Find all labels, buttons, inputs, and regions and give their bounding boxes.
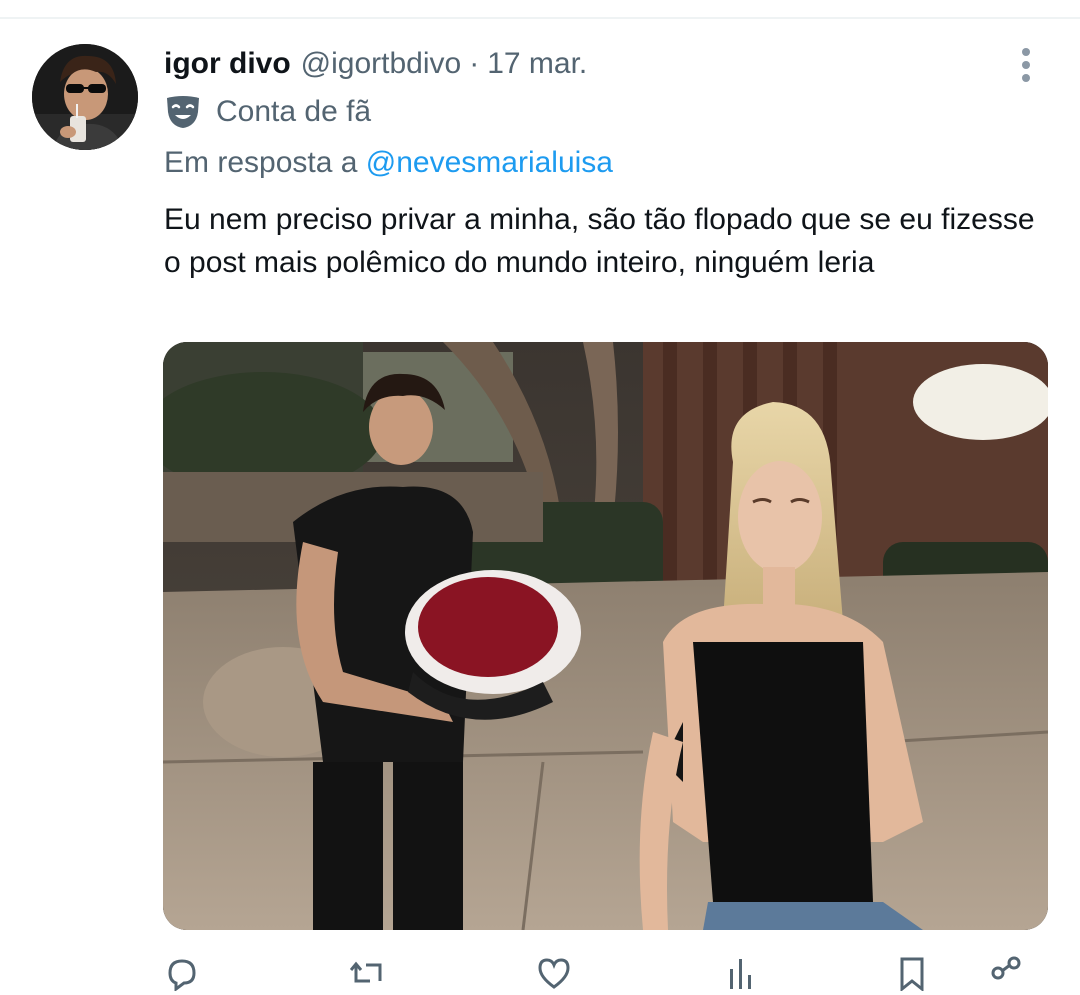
tweet-header: igor divo @igortbdivo · 17 mar.	[164, 44, 587, 84]
more-options-button[interactable]	[1008, 46, 1044, 86]
timestamp[interactable]: 17 mar.	[487, 47, 587, 81]
theater-mask-icon	[167, 96, 199, 128]
heart-icon	[538, 958, 570, 989]
photo	[163, 342, 1048, 930]
reply-mention-link[interactable]: @nevesmarialuisa	[366, 146, 613, 179]
share-icon	[991, 956, 1021, 980]
retweet-icon	[350, 961, 382, 983]
share-button[interactable]	[988, 955, 1024, 991]
views-chart-icon	[730, 959, 751, 989]
like-button[interactable]	[536, 955, 572, 991]
avatar-image	[32, 44, 138, 150]
bookmark-button[interactable]	[894, 955, 930, 991]
tweet-text: Eu nem preciso privar a minha, são tão f…	[164, 203, 1035, 279]
bookmark-icon	[900, 957, 924, 991]
separator-dot: ·	[469, 47, 480, 80]
action-bar	[164, 955, 1044, 995]
more-vertical-icon	[1022, 48, 1030, 82]
avatar[interactable]	[32, 44, 138, 150]
display-name[interactable]: igor divo	[164, 47, 291, 81]
tweet-media-image[interactable]	[163, 342, 1048, 930]
reply-icon	[168, 959, 196, 991]
fan-account-label: Conta de fã	[164, 92, 371, 132]
top-divider	[0, 17, 1080, 19]
reply-button[interactable]	[164, 955, 200, 991]
retweet-button[interactable]	[350, 955, 386, 991]
reply-prefix: Em resposta a	[164, 146, 358, 179]
fan-account-text: Conta de fã	[216, 95, 372, 128]
user-handle[interactable]: @igortbdivo	[301, 47, 462, 81]
replying-to: Em resposta a @nevesmarialuisa	[164, 146, 613, 180]
views-button[interactable]	[722, 955, 758, 991]
